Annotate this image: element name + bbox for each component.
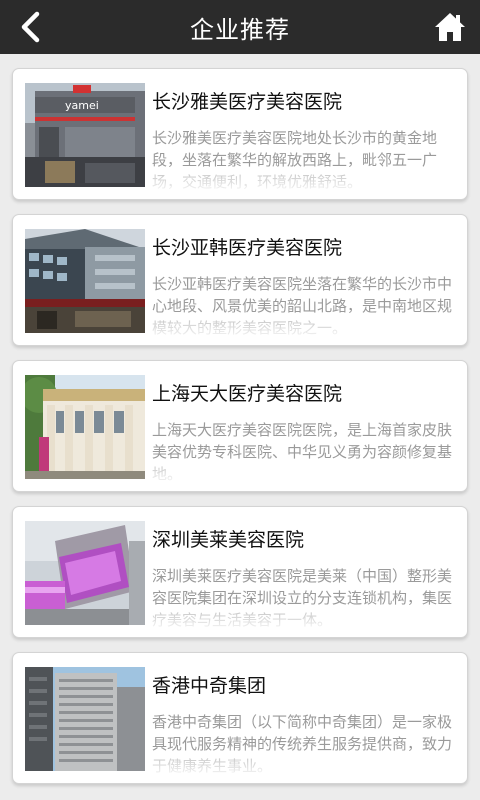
- list-item[interactable]: 上海天大医疗美容医院 上海天大医疗美容医院医院，是上海首家皮肤美容优势专科医院、…: [12, 360, 468, 492]
- list-item[interactable]: yamei 长沙雅美医疗美容医院 长沙雅美医疗美容医院地处长沙市的黄金地段，坐落…: [12, 68, 468, 200]
- item-description: 深圳美莱医疗美容医院是美莱（中国）整形美容医院集团在深圳设立的分支连锁机构，集医…: [152, 565, 456, 631]
- top-navigation-bar: 企业推荐: [0, 0, 480, 54]
- item-title: 深圳美莱美容医院: [152, 529, 305, 551]
- item-description: 上海天大医疗美容医院医院，是上海首家皮肤美容优势专科医院、中华见义勇为容颜修复基…: [152, 419, 456, 485]
- item-description: 长沙雅美医疗美容医院地处长沙市的黄金地段，坐落在繁华的解放西路上，毗邻五一广场，…: [152, 127, 456, 193]
- list-item[interactable]: 香港中奇集团 香港中奇集团（以下简称中奇集团）是一家极具现代服务精神的传统养生服…: [12, 652, 468, 784]
- hospital-photo: [25, 667, 145, 771]
- home-icon: [435, 13, 465, 41]
- back-button[interactable]: [8, 5, 52, 49]
- hospital-photo: [25, 229, 145, 333]
- item-description: 长沙亚韩医疗美容医院坐落在繁华的长沙市中心地段、风景优美的韶山北路，是中南地区规…: [152, 273, 456, 339]
- item-title: 上海天大医疗美容医院: [152, 383, 343, 405]
- item-title: 长沙雅美医疗美容医院: [152, 91, 343, 113]
- chevron-left-icon: [21, 11, 40, 43]
- list-item[interactable]: 深圳美莱美容医院 深圳美莱医疗美容医院是美莱（中国）整形美容医院集团在深圳设立的…: [12, 506, 468, 638]
- enterprise-list[interactable]: yamei 长沙雅美医疗美容医院 长沙雅美医疗美容医院地处长沙市的黄金地段，坐落…: [0, 54, 480, 800]
- hospital-photo: [25, 375, 145, 479]
- hospital-photo: [25, 521, 145, 625]
- page-title: 企业推荐: [190, 15, 290, 44]
- list-item[interactable]: 长沙亚韩医疗美容医院 长沙亚韩医疗美容医院坐落在繁华的长沙市中心地段、风景优美的…: [12, 214, 468, 346]
- item-description: 香港中奇集团（以下简称中奇集团）是一家极具现代服务精神的传统养生服务提供商，致力…: [152, 711, 456, 777]
- svg-text:yamei: yamei: [65, 99, 99, 112]
- home-button[interactable]: [428, 5, 472, 49]
- item-title: 长沙亚韩医疗美容医院: [152, 237, 343, 259]
- hospital-photo: yamei: [25, 83, 145, 187]
- item-title: 香港中奇集团: [152, 675, 267, 697]
